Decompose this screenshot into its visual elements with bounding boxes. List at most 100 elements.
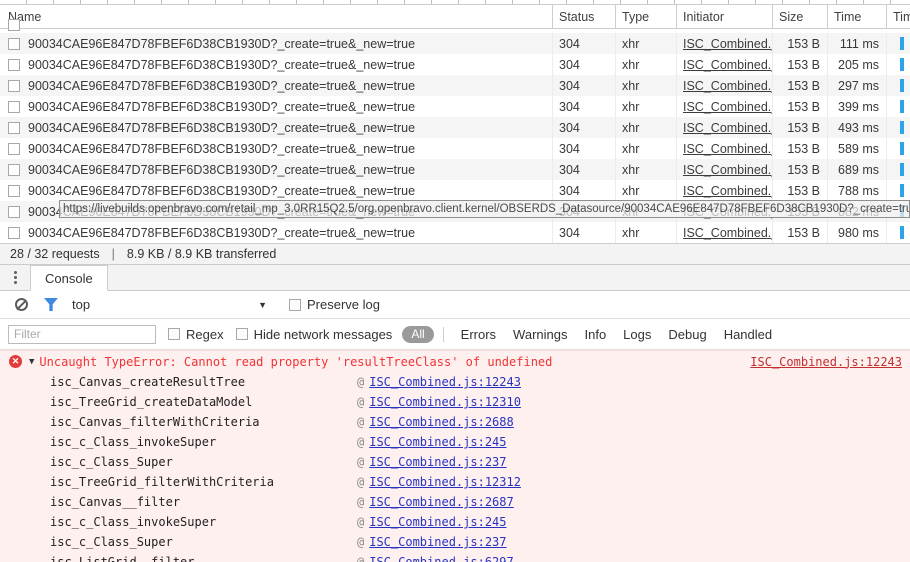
- request-name: 90034CAE96E847D78FBEF6D38CB1930D?_create…: [28, 100, 415, 114]
- request-initiator-link[interactable]: ISC_Combined.j…: [683, 163, 772, 177]
- request-initiator-link[interactable]: ISC_Combined.j…: [683, 79, 772, 93]
- request-type: xhr: [615, 138, 676, 159]
- column-header-status[interactable]: Status: [552, 5, 615, 28]
- stack-source-link[interactable]: ISC_Combined.js:12243: [369, 375, 521, 389]
- expand-triangle-icon[interactable]: ▼: [29, 357, 34, 367]
- checkbox[interactable]: [8, 19, 20, 31]
- request-initiator-link[interactable]: ISC_Combined.j…: [683, 121, 772, 135]
- request-initiator-link[interactable]: ISC_Combined.j…: [683, 184, 772, 198]
- stack-frame: isc_c_Class_Super @ ISC_Combined.js:237: [0, 532, 910, 552]
- console-error-message[interactable]: ✕ ▼ Uncaught TypeError: Cannot read prop…: [0, 350, 910, 372]
- filter-input[interactable]: [8, 325, 156, 344]
- row-checkbox[interactable]: [8, 227, 20, 239]
- request-initiator-link[interactable]: ISC_Combined.j…: [683, 226, 772, 240]
- stack-function-name: isc_Canvas_createResultTree: [0, 375, 357, 389]
- stack-source-link[interactable]: ISC_Combined.js:245: [369, 435, 506, 449]
- network-request-row[interactable]: 90034CAE96E847D78FBEF6D38CB1930D?_create…: [0, 222, 910, 243]
- request-size: 153 B: [772, 117, 827, 138]
- kebab-menu-icon[interactable]: [0, 265, 30, 290]
- request-status: 304: [552, 117, 615, 138]
- request-status: 304: [552, 138, 615, 159]
- row-checkbox[interactable]: [8, 101, 20, 113]
- request-time: 399 ms: [827, 96, 886, 117]
- request-status: 304: [552, 180, 615, 201]
- network-request-row[interactable]: 90034CAE96E847D78FBEF6D38CB1930D?_create…: [0, 96, 910, 117]
- stack-frame: isc_Canvas__filter @ ISC_Combined.js:268…: [0, 492, 910, 512]
- stack-frame: isc_c_Class_invokeSuper @ ISC_Combined.j…: [0, 512, 910, 532]
- error-source-link[interactable]: ISC_Combined.js:12243: [750, 355, 902, 369]
- request-type: xhr: [615, 222, 676, 243]
- stack-source-link[interactable]: ISC_Combined.js:12310: [369, 395, 521, 409]
- row-checkbox[interactable]: [8, 38, 20, 50]
- column-header-timeline[interactable]: Timeline: [886, 5, 910, 28]
- column-header-size[interactable]: Size: [772, 5, 827, 28]
- requests-count: 28 / 32 requests: [10, 247, 100, 261]
- filter-level[interactable]: Info: [584, 327, 606, 342]
- row-checkbox[interactable]: [8, 80, 20, 92]
- network-request-row[interactable]: 90034CAE96E847D78FBEF6D38CB1930D?_create…: [0, 159, 910, 180]
- filter-level[interactable]: Warnings: [513, 327, 567, 342]
- console-filter-toolbar: Regex Hide network messages All Errors Wa…: [0, 319, 910, 350]
- stack-source-link[interactable]: ISC_Combined.js:2687: [369, 495, 514, 509]
- row-checkbox[interactable]: [8, 122, 20, 134]
- row-checkbox[interactable]: [8, 185, 20, 197]
- request-name: 90034CAE96E847D78FBEF6D38CB1930D?_create…: [28, 58, 415, 72]
- stack-source-link[interactable]: ISC_Combined.js:237: [369, 455, 506, 469]
- request-type: xhr: [615, 33, 676, 54]
- stack-source-link[interactable]: ISC_Combined.js:6297: [369, 555, 514, 562]
- filter-level-all[interactable]: All: [402, 326, 433, 343]
- row-checkbox[interactable]: [8, 59, 20, 71]
- stack-at-symbol: @: [357, 515, 364, 529]
- console-context-toolbar: top ▼ Preserve log: [0, 291, 910, 319]
- column-header-name[interactable]: Name: [0, 5, 552, 28]
- stack-source-link[interactable]: ISC_Combined.js:237: [369, 535, 506, 549]
- stack-frame: isc_TreeGrid_createDataModel @ ISC_Combi…: [0, 392, 910, 412]
- preserve-log-label[interactable]: Preserve log: [307, 297, 380, 312]
- stack-function-name: isc_c_Class_invokeSuper: [0, 515, 357, 529]
- column-header-time[interactable]: Time: [827, 5, 886, 28]
- execution-context-selector[interactable]: top: [72, 297, 90, 312]
- request-initiator-link[interactable]: ISC_Combined.j…: [683, 37, 772, 51]
- column-header-initiator[interactable]: Initiator: [676, 5, 772, 28]
- request-initiator-link[interactable]: ISC_Combined.j…: [683, 142, 772, 156]
- row-checkbox[interactable]: [8, 143, 20, 155]
- request-size: 153 B: [772, 96, 827, 117]
- hide-network-messages-checkbox[interactable]: [236, 328, 248, 340]
- network-request-row[interactable]: 90034CAE96E847D78FBEF6D38CB1930D?_create…: [0, 180, 910, 201]
- filter-level[interactable]: Debug: [668, 327, 706, 342]
- request-size: 153 B: [772, 54, 827, 75]
- filter-level[interactable]: Errors: [461, 327, 496, 342]
- request-initiator-link[interactable]: ISC_Combined.j…: [683, 100, 772, 114]
- column-header-type[interactable]: Type: [615, 5, 676, 28]
- preserve-log-checkbox[interactable]: [289, 299, 301, 311]
- request-type: xhr: [615, 75, 676, 96]
- network-request-row[interactable]: 90034CAE96E847D78FBEF6D38CB1930D?_create…: [0, 54, 910, 75]
- row-checkbox[interactable]: [8, 206, 20, 218]
- network-request-row[interactable]: 90034CAE96E847D78FBEF6D38CB1930D?_create…: [0, 33, 910, 54]
- console-panel: Console top ▼ Preserve log Regex Hide ne…: [0, 264, 910, 562]
- filter-funnel-icon[interactable]: [44, 298, 58, 311]
- stack-at-symbol: @: [357, 415, 364, 429]
- request-name: 90034CAE96E847D78FBEF6D38CB1930D?_create…: [28, 79, 415, 93]
- clear-console-icon[interactable]: [15, 298, 28, 311]
- request-status: 304: [552, 54, 615, 75]
- row-checkbox[interactable]: [8, 164, 20, 176]
- chevron-down-icon[interactable]: ▼: [258, 300, 267, 310]
- stack-source-link[interactable]: ISC_Combined.js:245: [369, 515, 506, 529]
- request-size: 153 B: [772, 180, 827, 201]
- stack-source-link[interactable]: ISC_Combined.js:2688: [369, 415, 514, 429]
- network-request-row[interactable]: 90034CAE96E847D78FBEF6D38CB1930D?_create…: [0, 138, 910, 159]
- request-status: 304: [552, 33, 615, 54]
- transferred-size: 8.9 KB / 8.9 KB transferred: [127, 247, 276, 261]
- filter-level[interactable]: Logs: [623, 327, 651, 342]
- hide-network-messages-label[interactable]: Hide network messages: [254, 327, 393, 342]
- filter-level[interactable]: Handled: [724, 327, 772, 342]
- network-request-row[interactable]: 90034CAE96E847D78FBEF6D38CB1930D?_create…: [0, 117, 910, 138]
- stack-source-link[interactable]: ISC_Combined.js:12312: [369, 475, 521, 489]
- regex-label[interactable]: Regex: [186, 327, 224, 342]
- tab-console[interactable]: Console: [30, 265, 108, 291]
- regex-checkbox[interactable]: [168, 328, 180, 340]
- request-initiator-link[interactable]: ISC_Combined.j…: [683, 58, 772, 72]
- network-request-row[interactable]: 90034CAE96E847D78FBEF6D38CB1930D?_create…: [0, 75, 910, 96]
- request-type: xhr: [615, 180, 676, 201]
